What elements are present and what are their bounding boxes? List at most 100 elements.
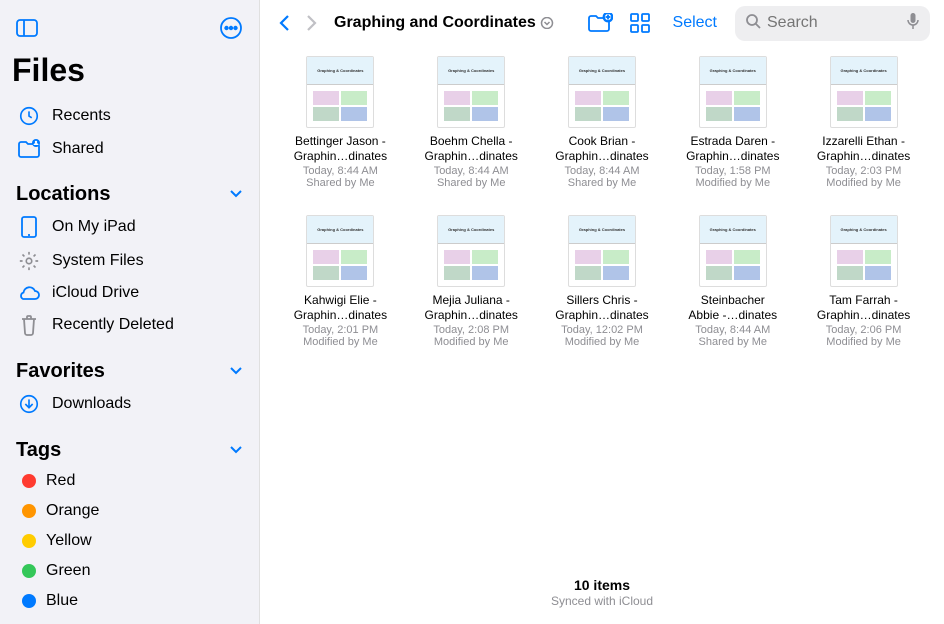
tag-dot-icon	[22, 594, 36, 608]
file-name: Bettinger Jason -Graphin…dinates	[294, 134, 387, 164]
file-status: Modified by Me	[565, 336, 640, 348]
file-thumbnail: Graphing & Coordinates	[306, 215, 374, 287]
section-title: Tags	[16, 439, 61, 462]
file-thumbnail: Graphing & Coordinates	[568, 215, 636, 287]
file-item[interactable]: Graphing & Coordinates Sillers Chris -Gr…	[542, 215, 663, 348]
file-time: Today, 2:06 PM	[826, 324, 902, 336]
tag-item-red[interactable]: Red	[12, 466, 247, 496]
file-status: Modified by Me	[434, 336, 509, 348]
nav-label: On My iPad	[52, 218, 136, 236]
cloud-icon	[16, 284, 42, 302]
file-status: Shared by Me	[568, 177, 636, 189]
file-thumbnail: Graphing & Coordinates	[437, 56, 505, 128]
file-time: Today, 1:58 PM	[695, 165, 771, 177]
sync-status: Synced with iCloud	[260, 594, 944, 608]
file-thumbnail: Graphing & Coordinates	[699, 215, 767, 287]
file-time: Today, 2:08 PM	[433, 324, 509, 336]
tag-label: Orange	[46, 502, 99, 520]
tag-dot-icon	[22, 564, 36, 578]
section-favorites[interactable]: Favorites	[12, 360, 247, 383]
section-locations[interactable]: Locations	[12, 183, 247, 206]
tag-item-orange[interactable]: Orange	[12, 496, 247, 526]
nav-label: Recently Deleted	[52, 316, 174, 334]
file-status: Shared by Me	[437, 177, 505, 189]
toggle-sidebar-icon[interactable]	[12, 15, 42, 41]
file-name: Kahwigi Elie -Graphin…dinates	[294, 293, 387, 323]
trash-icon	[16, 314, 42, 336]
file-item[interactable]: Graphing & Coordinates Kahwigi Elie -Gra…	[280, 215, 401, 348]
file-item[interactable]: Graphing & Coordinates Bettinger Jason -…	[280, 56, 401, 189]
nav-label: Recents	[52, 107, 111, 125]
file-time: Today, 2:01 PM	[303, 324, 379, 336]
folder-title-button[interactable]: Graphing and Coordinates	[334, 14, 554, 32]
item-count: 10 items	[260, 577, 944, 593]
nav-icloud-drive[interactable]: iCloud Drive	[12, 278, 247, 308]
section-title: Favorites	[16, 360, 105, 383]
tag-label: Blue	[46, 592, 78, 610]
tag-item-yellow[interactable]: Yellow	[12, 526, 247, 556]
file-name: Estrada Daren -Graphin…dinates	[686, 134, 779, 164]
file-item[interactable]: Graphing & Coordinates Boehm Chella -Gra…	[411, 56, 532, 189]
new-folder-button[interactable]	[583, 9, 617, 37]
folder-name: Graphing and Coordinates	[334, 14, 536, 32]
file-item[interactable]: Graphing & Coordinates Izzarelli Ethan -…	[803, 56, 924, 189]
file-status: Modified by Me	[303, 336, 378, 348]
tag-dot-icon	[22, 534, 36, 548]
file-item[interactable]: Graphing & Coordinates Estrada Daren -Gr…	[672, 56, 793, 189]
file-time: Today, 8:44 AM	[303, 165, 378, 177]
nav-shared[interactable]: Shared	[12, 133, 247, 165]
file-item[interactable]: Graphing & Coordinates Cook Brian -Graph…	[542, 56, 663, 189]
nav-recents[interactable]: Recents	[12, 99, 247, 133]
file-status: Modified by Me	[826, 177, 901, 189]
nav-on-my-ipad[interactable]: On My iPad	[12, 210, 247, 244]
chevron-down-icon	[229, 186, 243, 204]
section-tags[interactable]: Tags	[12, 439, 247, 462]
gear-icon	[16, 250, 42, 272]
ipad-icon	[16, 216, 42, 238]
file-name: SteinbacherAbbie -…dinates	[688, 293, 777, 323]
file-name: Izzarelli Ethan -Graphin…dinates	[817, 134, 910, 164]
file-status: Modified by Me	[695, 177, 770, 189]
chevron-down-icon	[229, 442, 243, 460]
file-status: Modified by Me	[826, 336, 901, 348]
search-input[interactable]	[767, 14, 900, 32]
file-thumbnail: Graphing & Coordinates	[699, 56, 767, 128]
sidebar: Files Recents Shared Locations On My iPa…	[0, 0, 260, 624]
back-button[interactable]	[274, 10, 294, 36]
forward-button[interactable]	[302, 10, 322, 36]
select-button[interactable]: Select	[673, 14, 717, 32]
mic-icon[interactable]	[906, 12, 920, 35]
tag-dot-icon	[22, 474, 36, 488]
file-thumbnail: Graphing & Coordinates	[437, 215, 505, 287]
download-icon	[16, 393, 42, 415]
file-name: Tam Farrah -Graphin…dinates	[817, 293, 910, 323]
chevron-down-icon	[540, 17, 554, 29]
file-name: Cook Brian -Graphin…dinates	[555, 134, 648, 164]
sidebar-title: Files	[12, 52, 247, 89]
nav-label: System Files	[52, 252, 144, 270]
more-icon[interactable]	[215, 12, 247, 44]
tag-label: Yellow	[46, 532, 92, 550]
nav-label: Shared	[52, 140, 104, 158]
view-mode-button[interactable]	[625, 8, 655, 38]
tag-item-blue[interactable]: Blue	[12, 586, 247, 616]
file-item[interactable]: Graphing & Coordinates SteinbacherAbbie …	[672, 215, 793, 348]
file-item[interactable]: Graphing & Coordinates Tam Farrah -Graph…	[803, 215, 924, 348]
file-thumbnail: Graphing & Coordinates	[830, 56, 898, 128]
status-bar: 10 items Synced with iCloud	[260, 567, 944, 624]
nav-system-files[interactable]: System Files	[12, 244, 247, 278]
file-time: Today, 8:44 AM	[564, 165, 639, 177]
file-thumbnail: Graphing & Coordinates	[830, 215, 898, 287]
file-thumbnail: Graphing & Coordinates	[568, 56, 636, 128]
main-content: Graphing and Coordinates Select Graphing…	[260, 0, 944, 624]
file-item[interactable]: Graphing & Coordinates Mejia Juliana -Gr…	[411, 215, 532, 348]
shared-folder-icon	[16, 139, 42, 159]
tag-item-green[interactable]: Green	[12, 556, 247, 586]
nav-label: Downloads	[52, 395, 131, 413]
tag-label: Green	[46, 562, 90, 580]
section-title: Locations	[16, 183, 110, 206]
nav-downloads[interactable]: Downloads	[12, 387, 247, 421]
search-field[interactable]	[735, 6, 930, 41]
toolbar: Graphing and Coordinates Select	[260, 0, 944, 46]
nav-recently-deleted[interactable]: Recently Deleted	[12, 308, 247, 342]
